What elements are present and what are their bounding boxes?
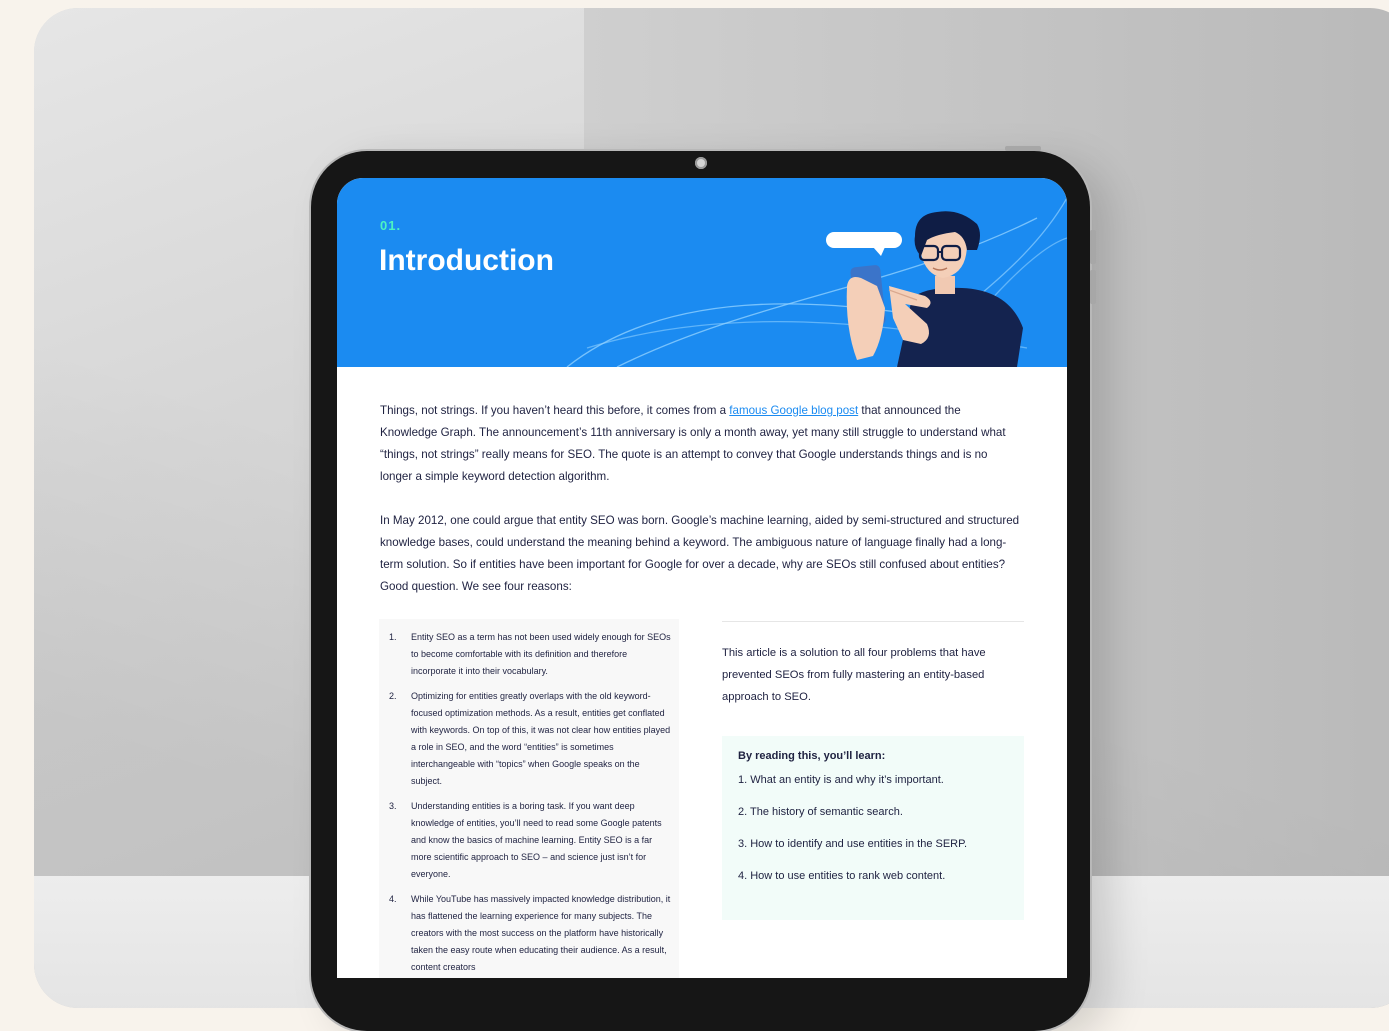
intro-paragraph-1: Things, not strings. If you haven’t hear… [380, 400, 1020, 488]
reasons-list: 1. Entity SEO as a term has not been used… [379, 619, 679, 976]
list-item: 4. How to use entities to rank web conte… [738, 870, 946, 882]
list-item: 2. The history of semantic search. [738, 806, 903, 818]
solution-text: This article is a solution to all four p… [722, 647, 986, 703]
right-column: This article is a solution to all four p… [722, 621, 1024, 920]
hero-banner: 01. Introduction [337, 178, 1067, 367]
list-number: 1. [389, 632, 397, 642]
learn-title: By reading this, you’ll learn: [738, 750, 886, 762]
intro-text: Things, not strings. If you haven’t hear… [380, 404, 730, 417]
list-item: 2. Optimizing for entities greatly overla… [389, 688, 671, 790]
list-number: 2. [389, 691, 397, 701]
tablet-volume-button [1090, 270, 1096, 304]
blog-post-link[interactable]: famous Google blog post [729, 404, 858, 417]
list-number: 4. [389, 894, 397, 904]
tablet-top-button [1005, 146, 1041, 151]
list-text: Optimizing for entities greatly overlaps… [411, 691, 671, 786]
tablet-volume-button [1090, 230, 1096, 264]
intro-content: Things, not strings. If you haven’t hear… [380, 400, 1020, 620]
list-text: While YouTube has massively impacted kno… [411, 894, 671, 972]
list-item: 4. While YouTube has massively impacted k… [389, 891, 671, 976]
page-title: Introduction [379, 244, 554, 277]
list-item: 1. What an entity is and why it’s import… [738, 774, 944, 786]
tablet-screen: 01. Introduction Things, not strings. If… [337, 178, 1067, 978]
learn-list: 1. What an entity is and why it’s import… [738, 772, 1008, 884]
list-number: 3. [389, 801, 397, 811]
list-item: 3. How to identify and use entities in t… [738, 838, 968, 850]
camera-icon [695, 157, 707, 169]
list-text: Understanding entities is a boring task.… [411, 801, 662, 879]
divider [722, 621, 1024, 622]
learn-box: By reading this, you’ll learn: 1. What a… [722, 736, 1024, 920]
list-item: 3. Understanding entities is a boring tas… [389, 798, 671, 883]
list-item: 1. Entity SEO as a term has not been used… [389, 629, 671, 680]
reasons-box: 1. Entity SEO as a term has not been used… [379, 619, 679, 978]
section-number: 01. [380, 218, 402, 233]
intro-paragraph-2: In May 2012, one could argue that entity… [380, 514, 1020, 593]
list-text: Entity SEO as a term has not been used w… [411, 632, 671, 676]
